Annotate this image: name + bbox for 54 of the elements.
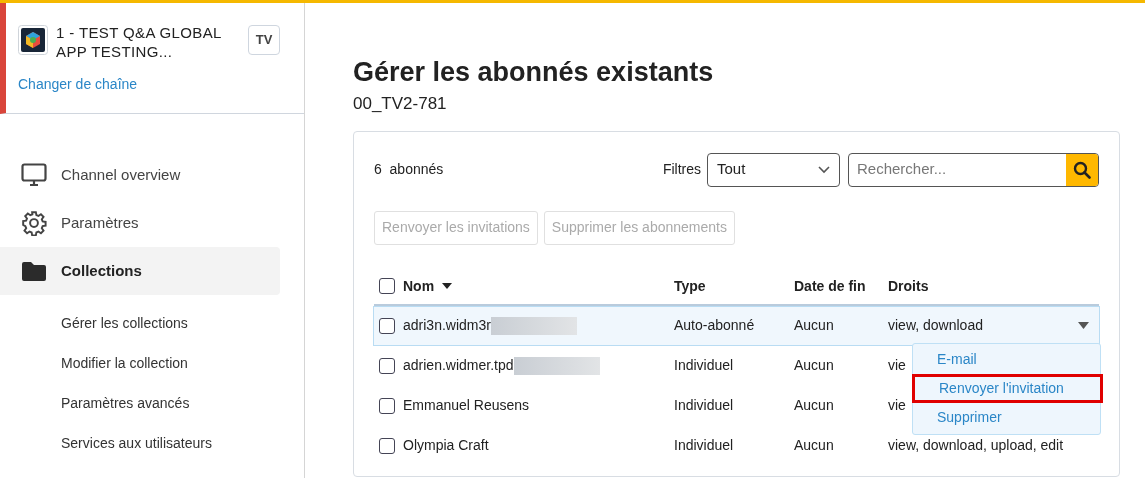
table-cell-text: Individuel — [674, 356, 735, 375]
table-cell-text: Aucun — [794, 316, 835, 335]
sidebar-item[interactable]: Channel overview — [0, 151, 280, 199]
column-header: Date de fin — [794, 276, 867, 296]
table-cell-text: Aucun — [794, 436, 835, 455]
sidebar-subitem[interactable]: Services aux utilisateurs — [0, 423, 304, 463]
table-cell-text: adrien.widmer.tpd — [403, 356, 514, 375]
sidebar-item[interactable]: Collections — [0, 247, 280, 295]
row-checkbox[interactable] — [379, 437, 395, 454]
sidebar-subitem[interactable]: Modifier la collection — [0, 343, 304, 383]
menu-item[interactable]: Renvoyer l'invitation — [912, 374, 1103, 403]
column-header[interactable]: Nom — [403, 275, 435, 297]
folder-icon — [20, 260, 47, 282]
chevron-down-icon — [818, 165, 830, 174]
channel-logo-icon — [18, 25, 48, 55]
table-cell-text: Individuel — [674, 396, 735, 415]
table-cell-text: view, download, upload, edit — [888, 436, 1064, 455]
row-checkbox[interactable] — [379, 317, 395, 334]
channel-name: 1 - TEST Q&A GLOBAL APP TESTING... — [56, 23, 223, 61]
menu-item[interactable]: E-mail — [913, 345, 1100, 375]
search-icon — [1073, 160, 1091, 179]
change-channel-link[interactable]: Changer de chaîne — [18, 74, 138, 95]
column-header: Droits — [888, 276, 929, 296]
row-checkbox[interactable] — [379, 397, 395, 414]
page-title: Gérer les abonnés existants — [353, 56, 714, 89]
filter-label: Filtres — [662, 160, 701, 179]
sort-desc-icon — [442, 283, 453, 289]
table-cell-text: Auto-abonné — [674, 316, 756, 335]
sidebar-item[interactable]: Paramètres — [0, 199, 280, 247]
channel-type-badge: TV — [248, 25, 280, 55]
column-header: Type — [674, 276, 707, 296]
select-all-checkbox[interactable] — [379, 278, 395, 294]
table-cell-text: view, download — [888, 316, 983, 335]
table-cell-text: Olympia Craft — [403, 436, 489, 455]
table-cell-text: Aucun — [794, 396, 835, 415]
sidebar-subitem[interactable]: Paramètres avancés — [0, 383, 304, 423]
search-button[interactable] — [1066, 153, 1098, 186]
sidebar-subitem[interactable]: Gérer les collections — [0, 303, 304, 343]
dropdown-caret-icon[interactable] — [1078, 322, 1089, 329]
row-checkbox[interactable] — [379, 357, 395, 374]
table-cell-text: vie — [888, 396, 906, 415]
filter-dropdown[interactable]: Tout — [707, 152, 840, 187]
gear-icon — [20, 210, 47, 236]
table-cell-text: adri3n.widm3r — [403, 316, 491, 335]
table-cell-text: Emmanuel Reusens — [403, 396, 530, 415]
search-field[interactable]: Rechercher... — [848, 152, 1099, 187]
table-cell-text: Individuel — [674, 436, 735, 455]
page-subtitle: 00_TV2-781 — [353, 93, 447, 115]
menu-item[interactable]: Supprimer — [913, 402, 1100, 432]
search-input[interactable]: Rechercher... — [849, 158, 1066, 181]
table-cell-text: Aucun — [794, 356, 835, 375]
table-cell-text: vie — [888, 356, 906, 375]
monitor-icon — [20, 163, 47, 187]
subscriber-count: 6 abonnés — [374, 160, 444, 179]
